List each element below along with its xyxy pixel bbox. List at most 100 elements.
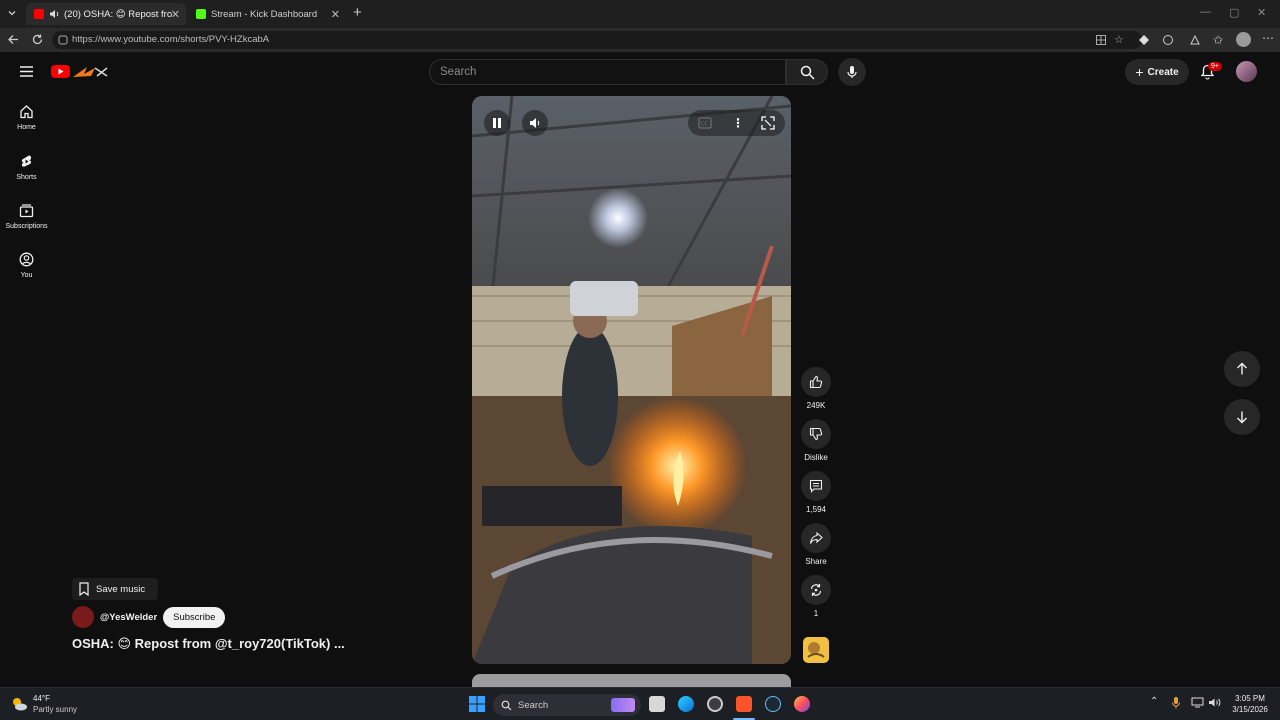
tab-close-icon[interactable]: ✕	[331, 8, 340, 21]
guide-item-subscriptions[interactable]: Subscriptions	[0, 203, 53, 230]
speaker-icon[interactable]	[1208, 697, 1221, 708]
you-icon	[19, 252, 34, 267]
pause-icon	[493, 118, 501, 128]
comment-count: 1,594	[805, 505, 827, 514]
browser-essentials-icon[interactable]	[1189, 34, 1201, 46]
brave-browser-icon[interactable]	[736, 696, 752, 712]
dislike-button-circle[interactable]	[801, 419, 831, 449]
address-bar[interactable]: https://www.youtube.com/shorts/PVY-HZkca…	[52, 31, 1142, 49]
browser-menu-icon[interactable]: ⋯	[1262, 31, 1274, 45]
next-short-preview[interactable]	[472, 674, 791, 687]
next-short-button[interactable]	[1224, 399, 1260, 435]
fullscreen-icon[interactable]	[761, 116, 775, 130]
guide-label-you: You	[20, 272, 33, 279]
comment-icon	[809, 479, 823, 493]
favorite-star-icon[interactable]: ☆	[1114, 33, 1124, 46]
extensions-puzzle-icon[interactable]	[1162, 34, 1174, 46]
maximize-icon[interactable]: ▢	[1229, 6, 1239, 19]
guide-item-shorts[interactable]: Shorts	[0, 154, 53, 181]
captions-icon[interactable]: CC	[698, 117, 712, 129]
short-title[interactable]: OSHA: 😊 Repost from @t_roy720(TikTok) ..…	[72, 636, 345, 652]
search-button[interactable]	[786, 59, 828, 85]
create-button[interactable]: + Create	[1125, 59, 1189, 85]
search-placeholder: Search	[440, 66, 477, 78]
weather-temp: 44°F	[33, 694, 50, 703]
comments-button[interactable]: 1,594	[800, 471, 832, 514]
dislike-label: Dislike	[804, 453, 828, 462]
guide-item-you[interactable]: You	[0, 252, 53, 279]
shorts-video-player[interactable]: CC ⋮	[472, 96, 791, 664]
tab-kick[interactable]: Stream - Kick Dashboard ✕	[188, 3, 346, 25]
minimize-icon[interactable]: —	[1200, 6, 1211, 18]
sound-thumbnail[interactable]	[803, 637, 829, 663]
audio-playing-icon	[49, 9, 60, 19]
remix-button-circle[interactable]	[801, 575, 831, 605]
subscribe-button[interactable]: Subscribe	[163, 606, 226, 628]
sound-thumbnail-image	[807, 642, 825, 658]
player-controls-group: CC ⋮	[688, 110, 785, 136]
microphone-in-use-icon[interactable]	[1171, 696, 1181, 710]
tab-close-icon[interactable]: ✕	[171, 8, 180, 21]
network-icon[interactable]	[1191, 697, 1204, 708]
menu-hamburger-icon[interactable]	[19, 65, 34, 78]
volume-button[interactable]	[522, 110, 548, 136]
clock-date[interactable]: 3/15/2026	[1225, 705, 1275, 714]
like-button[interactable]: 249K	[800, 367, 832, 410]
pause-button[interactable]	[484, 110, 510, 136]
browser-toolbar: https://www.youtube.com/shorts/PVY-HZkca…	[0, 28, 1280, 52]
tab-youtube-title: (20) OSHA: 😊 Repost from @	[64, 8, 172, 20]
favorites-icon[interactable]: ✩	[1213, 33, 1223, 47]
more-options-icon[interactable]: ⋮	[732, 116, 744, 130]
comments-button-circle[interactable]	[801, 471, 831, 501]
extension-diamond-icon[interactable]	[1138, 34, 1150, 46]
thumbs-up-icon	[809, 375, 823, 389]
tab-list-chevron-icon[interactable]	[6, 7, 18, 19]
search-highlight-icon	[611, 698, 635, 712]
back-icon[interactable]	[7, 33, 20, 46]
save-music-button[interactable]: Save music	[72, 578, 158, 600]
voice-search-button[interactable]	[838, 58, 866, 86]
new-tab-icon[interactable]: +	[353, 4, 362, 21]
tray-overflow-chevron-icon[interactable]: ⌃	[1150, 696, 1158, 707]
channel-handle[interactable]: @YesWelder	[100, 612, 157, 623]
guide-item-home[interactable]: Home	[0, 104, 53, 131]
browser-tab-strip: (20) OSHA: 😊 Repost from @ ✕ Stream - Ki…	[0, 0, 1280, 28]
previous-short-button[interactable]	[1224, 351, 1260, 387]
clock-time[interactable]: 3:05 PM	[1228, 694, 1272, 703]
share-button-circle[interactable]	[801, 523, 831, 553]
search-input[interactable]: Search	[429, 59, 786, 85]
app-available-icon[interactable]	[1095, 34, 1107, 46]
dislike-button[interactable]: Dislike	[800, 419, 832, 462]
firefox-icon[interactable]	[794, 696, 810, 712]
svg-text:CC: CC	[701, 122, 708, 128]
taskbar-search[interactable]: Search	[493, 694, 641, 716]
windows-start-icon[interactable]	[469, 696, 485, 712]
window-close-icon[interactable]: ✕	[1257, 6, 1266, 19]
guide-label-home: Home	[17, 124, 36, 131]
arrow-down-icon	[1237, 411, 1247, 424]
home-icon	[20, 105, 33, 119]
search-icon	[800, 65, 815, 80]
bookmark-icon	[79, 582, 89, 596]
plus-icon: +	[1135, 64, 1144, 80]
remix-icon	[810, 584, 822, 596]
reload-icon[interactable]	[31, 33, 44, 46]
account-avatar[interactable]	[1236, 61, 1257, 82]
chrome-browser-icon[interactable]	[707, 696, 723, 712]
steam-icon[interactable]	[765, 696, 781, 712]
thumbs-down-icon	[809, 427, 823, 441]
weather-icon[interactable]	[10, 695, 28, 713]
remix-button[interactable]: 1	[800, 575, 832, 618]
task-view-icon[interactable]	[649, 696, 665, 712]
youtube-logo[interactable]	[51, 64, 111, 80]
profile-avatar-icon[interactable]	[1236, 32, 1251, 47]
channel-avatar[interactable]	[72, 606, 94, 628]
edge-browser-icon[interactable]	[678, 696, 694, 712]
share-button[interactable]: Share	[800, 523, 832, 566]
like-button-circle[interactable]	[801, 367, 831, 397]
youtube-favicon-icon	[34, 9, 44, 19]
tab-youtube[interactable]: (20) OSHA: 😊 Repost from @ ✕	[26, 3, 186, 25]
youtube-header: Search + Create	[0, 52, 1280, 92]
notifications-badge: 9+	[1208, 62, 1222, 71]
site-info-icon[interactable]	[58, 35, 68, 45]
